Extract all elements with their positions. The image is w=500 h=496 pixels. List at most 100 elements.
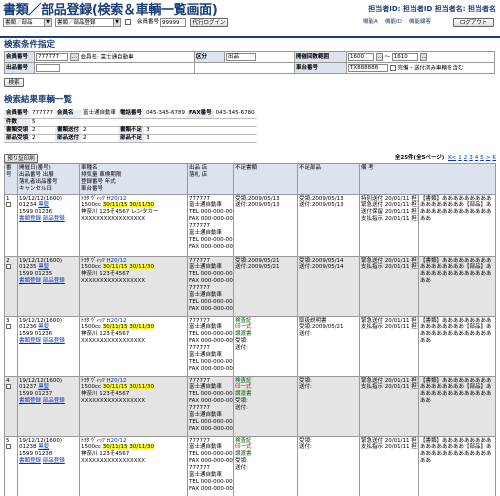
doc-register-link[interactable]: 書類登録 [19,458,41,464]
row-shop-name: 富士通自動車 [189,202,223,209]
row-no: 2 [4,255,18,317]
row-cc: 1500cc [81,324,102,331]
row-checkbox[interactable] [6,202,11,208]
link-cust[interactable]: 機能顧客 [409,18,431,27]
part-register-link[interactable]: 部品登録 [43,398,65,404]
logout-button[interactable]: ログアウト [453,18,494,27]
period-from-button[interactable]: … [375,52,383,61]
include-completed-checkbox[interactable] [389,64,396,71]
row-lot: 01238 [19,444,37,451]
r-part-sent-label: 部品送付 [55,134,82,143]
r-fax-label: FAX番号 [187,110,214,119]
r-part-short-label: 部品不足 [118,134,145,143]
period-to-input[interactable]: 1610 [391,52,418,61]
shop-code-input[interactable]: 99999 [160,18,186,27]
pager-count: 全25件(全5ページ) [394,155,445,161]
row-checkbox[interactable] [6,324,11,330]
category-select[interactable]: 出品 [226,52,256,61]
pager-page-5[interactable]: 5 [480,155,484,161]
row-car-cell: ﾄﾖﾀ ｳﾞｨｯﾂ H20/12 1500cc 30/11/15 30/11/30… [79,193,188,257]
member-no-input[interactable]: 777777 [36,52,68,61]
member-lookup-button[interactable]: … [69,52,79,61]
row-part-cell: 受領: 送付: [297,375,360,437]
member-name: 富士通自動車 [100,54,134,61]
row-shop-cell: 777777富士通自動車TEL 000-000-0000FAX 000-000-… [187,193,234,257]
row-remark-cell: 緊急送付 20/01/11 担当:王支払指示 20/01/11 担当:長崎 [359,315,419,377]
row-car: ﾄﾖﾀ ｳﾞｨｯﾂ [81,377,105,384]
lot-label: 出品番号 [4,62,35,74]
mode-select[interactable]: 書類／部品登録 ▼ [55,18,121,27]
col-date: 開催日(番号) 出品番号 出展 落札者出品番号 キャンセル日 [17,163,80,195]
row-bshop: 777777 [189,405,210,411]
row-date-cell: 19/12/12(1600) 01235 黒髪 1599 01235 書類登録 部品登… [17,255,80,317]
row-reg: 神奈川 123そ4567 [81,391,130,398]
row-tag-link[interactable]: 黒髪 [38,324,49,330]
part-register-link[interactable]: 部品登録 [43,458,65,464]
row-car-cell: ﾄﾖﾀ ｳﾞｨｯﾂ H20/12 1500cc 30/11/15 30/11/30… [79,375,188,437]
proxy-login-button[interactable]: 代行ログイン [190,18,228,27]
lot-input[interactable] [36,63,60,72]
row-part-cell: 受領:2009/05/13 送付:2009/05/13 [297,193,360,257]
row-shop-cell: 777777富士通自動車TEL 000-000-0000FAX 000-000-… [187,255,234,317]
row-car: ﾄﾖﾀ ｳﾞｨｯﾂ [81,437,105,444]
row-doc3: 送付: [235,465,248,471]
row-checkbox[interactable] [6,444,11,450]
row-part3: 送付:2009/05/13 [299,202,344,209]
doc-register-link[interactable]: 書類登録 [19,278,41,284]
pager-next[interactable]: > [486,155,491,161]
row-doc-cell: 受領:2009/05/21 送付:2009/05/21 [233,255,298,317]
page-title: 書類／部品登録(検索＆車輌一覧画面) [3,3,218,18]
row-no-text: 5 [6,437,10,444]
pager-last[interactable]: K [492,155,496,161]
pager-page-3[interactable]: 3 [469,155,473,161]
period-from-input[interactable]: 1600 [348,52,374,61]
row-vin: XXXXXXXXXXXXXXXXX [81,278,146,285]
category-select[interactable]: 書類／部品 ▼ [3,18,52,27]
row-no: 4 [4,375,18,437]
link-func[interactable]: 機能A [363,18,378,27]
row-rem2: 支払指示 20/01/11 担当:長崎 [361,324,418,331]
row-memo: 【書類】あああああああああああああああああ【部品】あああああああああああああああ… [420,317,492,345]
member-no-label: 会員番号 [4,51,35,63]
row-tag-link[interactable]: 黒髪 [38,444,49,450]
part-register-link[interactable]: 部品登録 [43,338,65,344]
pager-page-1[interactable]: 1 [458,155,462,161]
row-checkbox[interactable] [6,264,11,270]
doc-register-link[interactable]: 書類登録 [19,216,41,222]
row-checkbox[interactable] [6,384,11,390]
row-rem2: 支払指示 20/01/11 担当:長崎 [361,384,418,391]
row-reg: 神奈川 123そ4567 [81,451,130,458]
row-vtype: レンタカー [131,209,159,216]
row-tag-link[interactable]: 黒髪 [38,264,49,270]
search-button[interactable]: 検索 [4,78,24,87]
row-bshop-fax: FAX 000-000-0000 [189,485,233,492]
chassis-input[interactable]: TX888888 [348,63,388,72]
doc-register-link[interactable]: 書類登録 [19,338,41,344]
row-shop-name: 富士通自動車 [189,384,223,391]
period-to-button[interactable]: … [419,52,427,61]
shop-code-checkbox[interactable] [125,19,131,25]
period-separator: 〜 [384,54,391,61]
row-date1: 30/11/15 [102,264,128,271]
link-id[interactable]: 機能ID [385,18,402,27]
row-cc: 1500cc [81,444,102,451]
pager-page-4[interactable]: 4 [475,155,479,161]
print-receipt-button[interactable]: 預り証印刷 [4,154,38,163]
chevron-down-icon: ▼ [113,19,120,26]
part-register-link[interactable]: 部品登録 [43,216,65,222]
row-remark-cell: 緊急送付 20/01/11 担当:王支払指示 20/01/11 担当:長崎 [359,435,419,496]
pager-page-2[interactable]: 2 [464,155,468,161]
row-date2: 30/11/30 [129,444,154,451]
part-register-link[interactable]: 部品登録 [43,278,65,284]
row-tag-link[interactable]: 黒髪 [38,202,49,208]
row-bshop: 777777 [189,285,210,291]
col-part: 不足部品 [297,163,360,195]
row-part3: 送付: [299,331,312,338]
r-member-no-label: 会員番号 [4,110,31,119]
doc-register-link[interactable]: 書類登録 [19,398,41,404]
pager-first[interactable]: K< [448,155,456,161]
r-count: 5 [30,118,56,127]
col-remark: 備 考 [359,163,496,195]
row-tag-link[interactable]: 黒髪 [38,384,49,390]
row-shop-cell: 777777富士通自動車TEL 000-000-0000FAX 000-000-… [187,375,234,437]
